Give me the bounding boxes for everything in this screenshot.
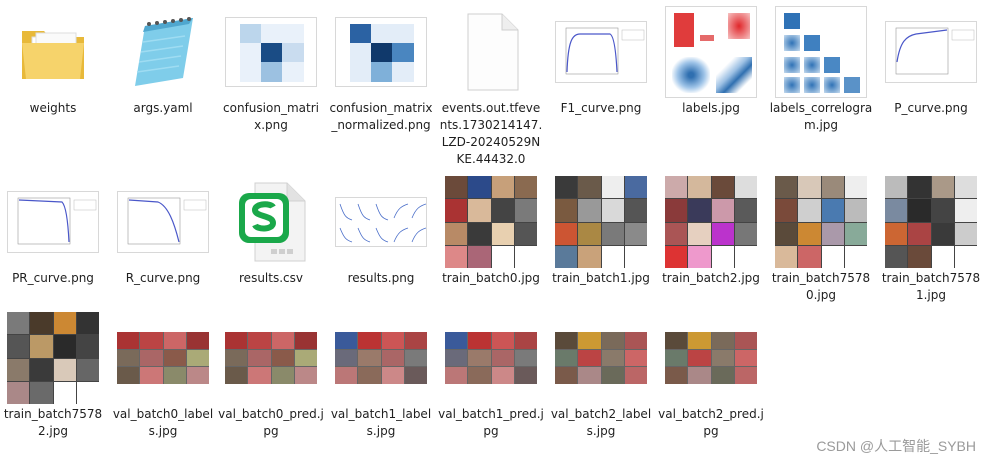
image-thumbnail (7, 178, 99, 266)
file-item-p-curve[interactable]: P_curve.png (878, 0, 984, 160)
image-thumbnail (225, 8, 317, 96)
image-thumbnail (885, 8, 977, 96)
file-name: results.csv (239, 271, 303, 285)
file-item-val-batch2-pred[interactable]: val_batch2_pred.jpg (658, 306, 764, 466)
file-name: PR_curve.png (12, 271, 94, 285)
image-thumbnail (665, 314, 757, 402)
file-item-train-batch75781[interactable]: train_batch75781.jpg (878, 170, 984, 330)
image-thumbnail (335, 314, 427, 402)
file-name: labels.jpg (682, 101, 740, 115)
watermark: CSDN @人工智能_SYBH (816, 438, 976, 454)
document-icon (445, 8, 537, 96)
file-item-train-batch75782[interactable]: train_batch75782.jpg (0, 306, 106, 466)
file-name: val_batch0_labels.jpg (112, 407, 214, 438)
file-item-val-batch1-labels[interactable]: val_batch1_labels.jpg (328, 306, 434, 466)
image-thumbnail (775, 176, 867, 268)
file-item-events[interactable]: events.out.tfevents.1730214147.LZD-20240… (438, 0, 544, 166)
image-thumbnail (555, 314, 647, 402)
image-thumbnail (555, 176, 647, 268)
image-thumbnail (555, 8, 647, 96)
image-thumbnail (117, 314, 209, 402)
file-item-train-batch75780[interactable]: train_batch75780.jpg (768, 170, 874, 330)
file-name: val_batch0_pred.jpg (218, 407, 324, 438)
file-item-val-batch0-pred[interactable]: val_batch0_pred.jpg (218, 306, 324, 466)
image-thumbnail (7, 312, 99, 404)
file-item-f1-curve[interactable]: F1_curve.png (548, 0, 654, 160)
file-name: F1_curve.png (560, 101, 642, 115)
file-item-args-yaml[interactable]: args.yaml (110, 0, 216, 160)
file-name: R_curve.png (125, 271, 201, 285)
spreadsheet-icon (225, 178, 317, 266)
image-thumbnail (117, 178, 209, 266)
file-name: train_batch75781.jpg (881, 271, 981, 302)
file-item-labels[interactable]: labels.jpg (658, 0, 764, 160)
file-name: val_batch2_pred.jpg (658, 407, 764, 438)
file-name: train_batch75782.jpg (3, 407, 103, 438)
folder-icon (7, 8, 99, 96)
image-thumbnail (885, 176, 977, 268)
image-thumbnail (335, 8, 427, 96)
file-item-val-batch0-labels[interactable]: val_batch0_labels.jpg (110, 306, 216, 466)
file-name: confusion_matrix_normalized.png (329, 101, 433, 132)
file-item-confusion-matrix-normalized[interactable]: confusion_matrix_normalized.png (328, 0, 434, 160)
file-name: results.png (347, 271, 415, 285)
image-thumbnail (335, 178, 427, 266)
image-thumbnail (445, 314, 537, 402)
image-thumbnail (225, 314, 317, 402)
file-item-confusion-matrix[interactable]: confusion_matrix.png (218, 0, 324, 160)
file-item-val-batch2-labels[interactable]: val_batch2_labels.jpg (548, 306, 654, 466)
file-name: val_batch2_labels.jpg (550, 407, 652, 438)
notepad-icon (117, 8, 209, 96)
file-name: args.yaml (133, 101, 193, 115)
file-name: val_batch1_labels.jpg (330, 407, 432, 438)
image-thumbnail (445, 176, 537, 268)
file-item-weights[interactable]: weights (0, 0, 106, 160)
file-name: events.out.tfevents.1730214147.LZD-20240… (439, 101, 543, 166)
file-name: train_batch1.jpg (552, 271, 650, 285)
file-item-val-batch1-pred[interactable]: val_batch1_pred.jpg (438, 306, 544, 466)
file-name: train_batch0.jpg (442, 271, 540, 285)
file-item-labels-correlogram[interactable]: labels_correlogram.jpg (768, 0, 874, 160)
file-name: val_batch1_pred.jpg (438, 407, 544, 438)
file-name: weights (29, 101, 77, 115)
file-name: labels_correlogram.jpg (769, 101, 873, 132)
image-thumbnail (665, 176, 757, 268)
image-thumbnail (775, 6, 867, 98)
image-thumbnail (665, 6, 757, 98)
file-name: train_batch75780.jpg (771, 271, 871, 302)
file-name: train_batch2.jpg (662, 271, 760, 285)
file-name: P_curve.png (894, 101, 968, 115)
file-name: confusion_matrix.png (223, 101, 319, 132)
